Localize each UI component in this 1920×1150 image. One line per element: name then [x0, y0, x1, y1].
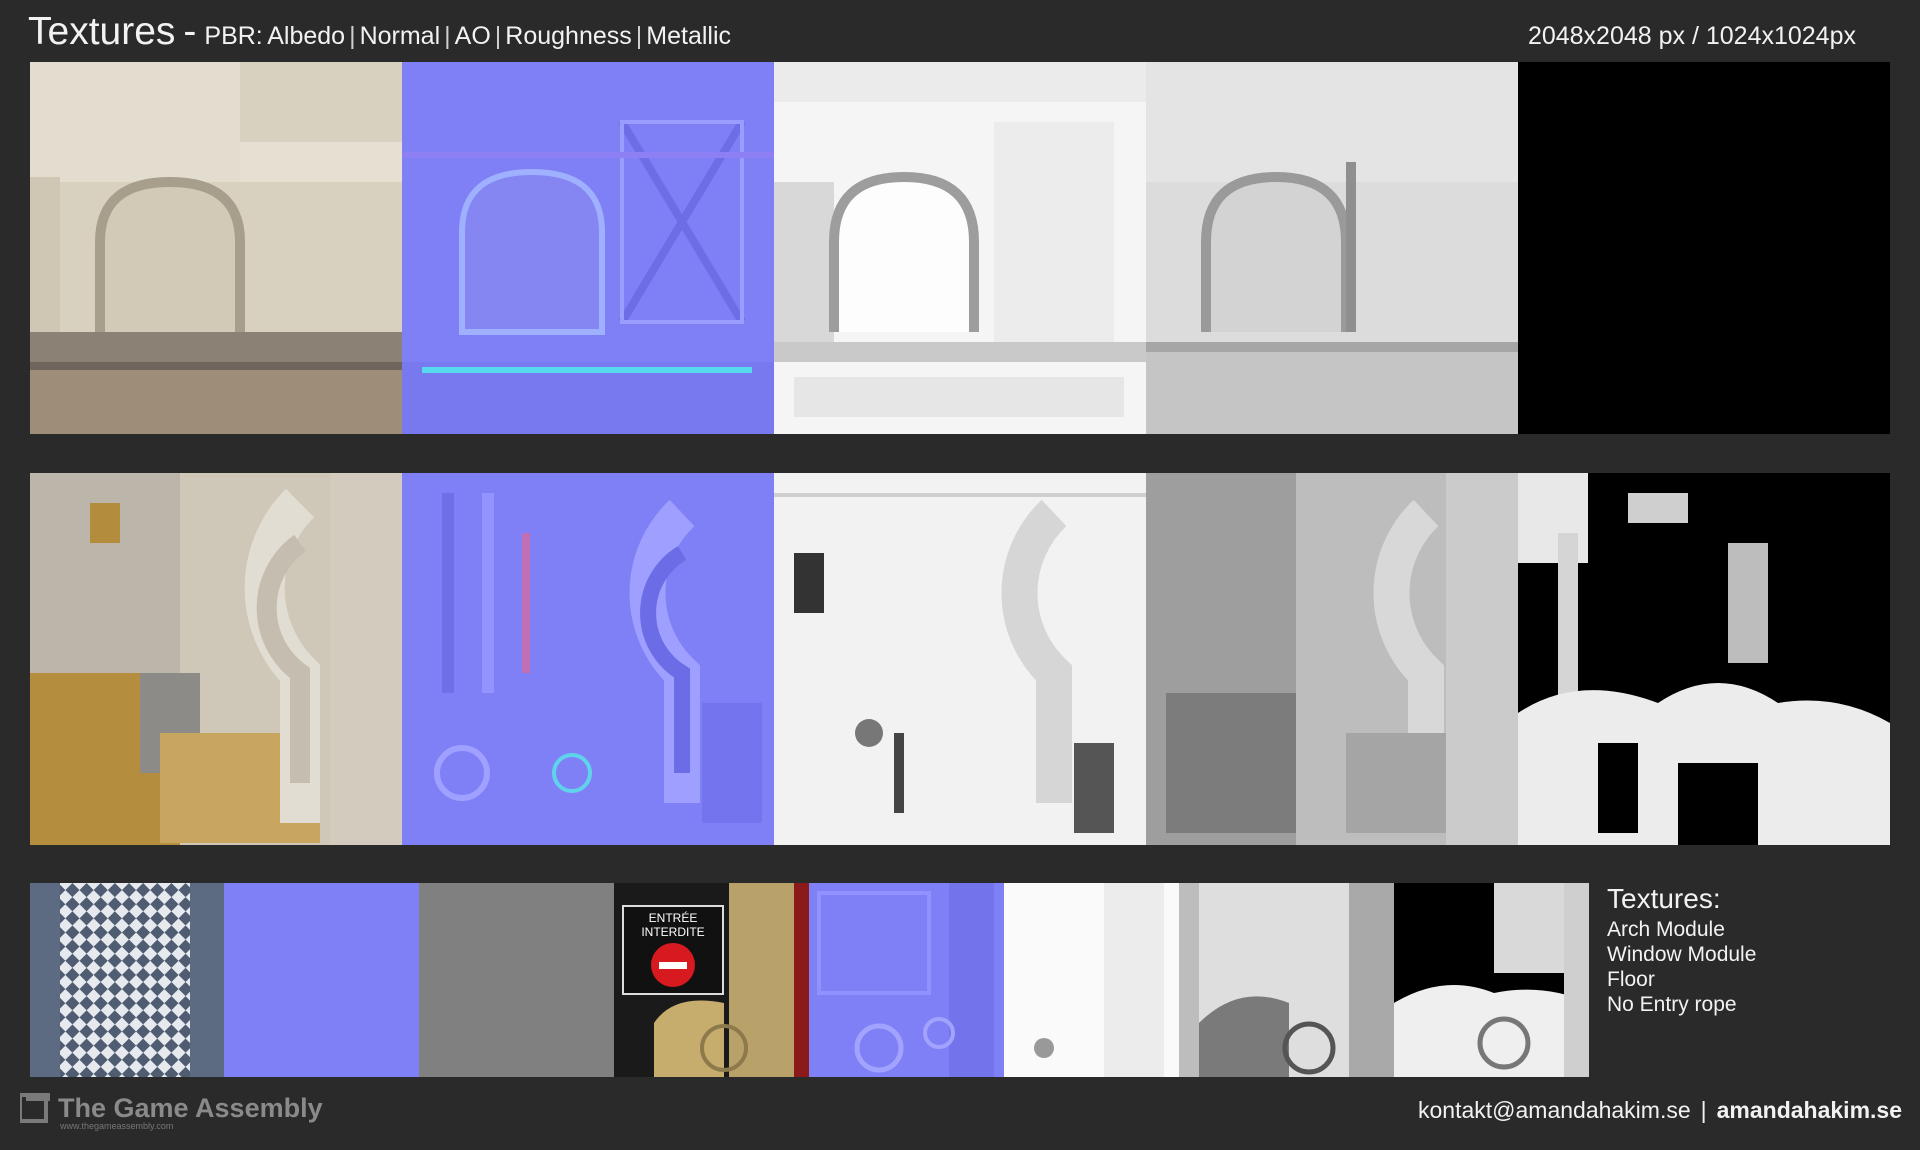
- map-separator: |: [349, 22, 356, 50]
- window-metallic-texture: [1518, 473, 1890, 845]
- arch-albedo-texture: [30, 62, 402, 434]
- map-list: Albedo | Normal | AO | Roughness | Metallic: [267, 22, 731, 50]
- legend-item-rope: No Entry rope: [1607, 993, 1737, 1016]
- rope-normal-texture: [809, 883, 1004, 1077]
- contact-info: kontakt@amandahakim.se | amandahakim.se: [1418, 1097, 1902, 1124]
- map-separator: |: [635, 22, 643, 50]
- map-albedo: Albedo: [267, 22, 346, 50]
- sign-line-2: INTERDITE: [641, 925, 705, 939]
- title-text: Textures: [28, 10, 176, 53]
- window-normal-texture: [402, 473, 774, 845]
- floor-roughness-texture: [419, 883, 614, 1077]
- sign-line-1: ENTRÉE: [648, 911, 698, 925]
- brand-logo: The Game Assembly www.thegameassembly.co…: [20, 1093, 323, 1131]
- brand-name: The Game Assembly: [58, 1093, 323, 1123]
- page-title: Textures - PBR: Albedo | Normal | AO | Roughness…: [28, 10, 731, 54]
- contact-divider: |: [1700, 1097, 1707, 1123]
- map-ao: AO: [454, 22, 491, 50]
- contact-email[interactable]: kontakt@amandahakim.se: [1418, 1097, 1691, 1123]
- no-entry-icon: [651, 943, 695, 987]
- legend-item-floor: Floor: [1607, 968, 1655, 991]
- arch-normal-texture: [402, 62, 774, 434]
- arch-metallic-texture: [1518, 62, 1890, 434]
- window-ao-texture: [774, 473, 1146, 845]
- map-roughness: Roughness: [505, 22, 632, 50]
- pbr-label: PBR:: [204, 22, 263, 50]
- legend-item-arch: Arch Module: [1607, 918, 1725, 941]
- texture-legend: Textures: Arch Module Window Module Floo…: [1607, 883, 1756, 1017]
- window-roughness-texture: [1146, 473, 1518, 845]
- map-metallic: Metallic: [646, 22, 732, 50]
- map-separator: |: [444, 22, 451, 50]
- no-entry-sign: ENTRÉE INTERDITE: [622, 905, 724, 995]
- floor-normal-texture: [224, 883, 419, 1077]
- map-normal: Normal: [359, 22, 441, 50]
- rope-roughness-texture: [1199, 883, 1394, 1077]
- arch-ao-texture: [774, 62, 1146, 434]
- rope-metallic-texture: [1394, 883, 1589, 1077]
- legend-heading: Textures:: [1607, 883, 1721, 914]
- window-albedo-texture: [30, 473, 402, 845]
- rope-ao-texture: [1004, 883, 1199, 1077]
- resolution-label: 2048x2048 px / 1024x1024px: [1527, 22, 1856, 50]
- contact-website[interactable]: amandahakim.se: [1717, 1097, 1902, 1123]
- title-dash: -: [183, 10, 197, 53]
- arch-roughness-texture: [1146, 62, 1518, 434]
- map-separator: |: [494, 22, 502, 50]
- legend-item-window: Window Module: [1607, 943, 1757, 966]
- tga-logo-icon: [20, 1093, 50, 1123]
- floor-albedo-texture: [30, 883, 224, 1077]
